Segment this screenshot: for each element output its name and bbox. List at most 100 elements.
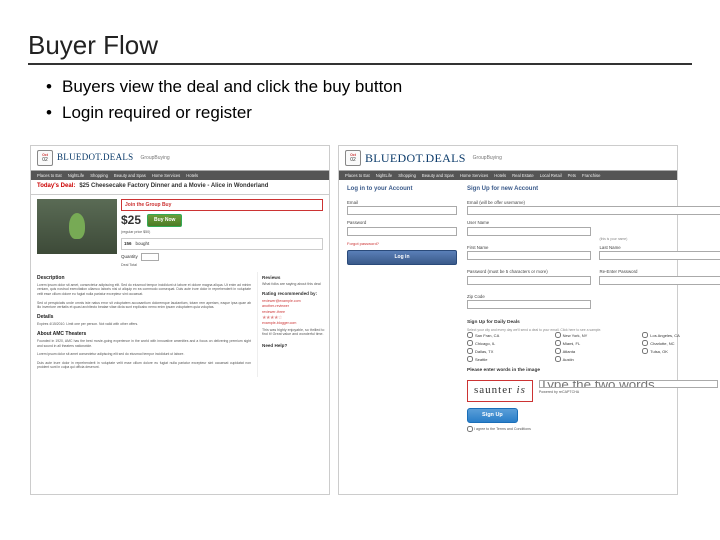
city-checkbox[interactable] [555,356,561,362]
brand-tagline: GroupBuying [473,155,502,161]
nav-item[interactable]: Pets [568,173,576,178]
bullet-list: Buyers view the deal and click the buy b… [46,77,692,123]
city-checkbox[interactable] [642,340,648,346]
deal-title: $25 Cheesecake Factory Dinner and a Movi… [79,183,268,191]
city-option[interactable]: Atlanta [555,348,637,354]
slide-title: Buyer Flow [28,30,692,65]
login-password-input[interactable] [347,227,457,236]
city-option[interactable]: Charlotte, NC [642,340,720,346]
city-label: Miami, FL [563,341,581,346]
buy-button[interactable]: Buy Now [147,214,182,226]
nav-item[interactable]: NightLife [376,173,393,178]
reviewer-link[interactable]: reviewer-three [262,310,325,314]
bought-count: 156 [124,241,132,247]
details-heading: Details [37,314,251,320]
screenshot-login-signup: Oct 02 BLUEDOT.DEALS GroupBuying Places … [338,145,678,495]
city-checkbox[interactable] [555,348,561,354]
city-option[interactable]: San Fran, CA [467,332,549,338]
city-checkbox[interactable] [467,332,473,338]
city-option[interactable]: Tulsa, OK [642,348,720,354]
login-button[interactable]: Log in [347,250,457,264]
about-text: Duis aute irure dolor in reprehenderit i… [37,361,251,370]
calendar-icon: Oct 02 [345,150,361,166]
signup-email-label: Email (will be offer username) [467,200,720,206]
city-label: Seattle [475,357,487,362]
nav-item[interactable]: Home Services [152,173,180,178]
signup-button[interactable]: Sign Up [467,408,518,423]
bullet-item: Login required or register [46,103,692,123]
username-input[interactable] [467,227,591,236]
nav-item[interactable]: Hotels [186,173,198,178]
city-checkbox[interactable] [642,348,648,354]
strike-price: (regular price $50) [121,230,323,234]
nav-item[interactable]: Shopping [90,173,108,178]
nav-item[interactable]: Franchise [582,173,600,178]
captcha-image: saunter is [467,380,533,402]
deal-image [37,199,117,254]
nav-item[interactable]: Home Services [460,173,488,178]
agree-checkbox[interactable] [467,426,473,432]
city-option[interactable]: Miami, FL [555,340,637,346]
description-text: Lorem ipsum dolor sit amet, consectetur … [37,283,251,297]
confirm-password-label: Re-Enter Password [599,269,720,275]
review-snippet: This was highly enjoyable, so thrilled t… [262,328,325,337]
city-option[interactable]: Seattle [467,356,549,362]
city-label: Austin [563,357,574,362]
brand-logo: BLUEDOT.DEALS [365,151,466,166]
city-label: Los Angeles, CA [650,333,680,338]
reviewer-link[interactable]: example-blogger.com [262,321,325,325]
nav-item[interactable]: Local Retail [540,173,562,178]
nav-item[interactable]: Beauty and Spas [114,173,146,178]
recaptcha-note: Powered by reCAPTCHA [539,390,720,394]
zip-input[interactable] [467,300,591,309]
city-option[interactable]: Chicago, IL [467,340,549,346]
city-checkbox[interactable] [555,332,561,338]
nav-item[interactable]: NightLife [68,173,85,178]
bullet-item: Buyers view the deal and click the buy b… [46,77,692,97]
forgot-password-link[interactable]: Forgot password? [347,241,379,246]
username-hint: (this is your name) [599,237,720,241]
city-option[interactable]: Dallas, TX [467,348,549,354]
signup-email-input[interactable] [467,206,720,215]
nav-item[interactable]: Hotels [494,173,506,178]
quantity-input[interactable] [141,253,159,261]
reviewer-link[interactable]: another-reviewer [262,304,325,308]
join-label: Join the Group Buy [125,202,171,208]
details-text: Expires 4/15/2010. Limit one per person.… [37,322,251,327]
confirm-password-input[interactable] [599,276,720,285]
signup-heading: Sign Up for new Account [467,186,720,194]
city-option[interactable]: Los Angeles, CA [642,332,720,338]
reviews-heading: Reviews [262,275,325,281]
reviewer-link[interactable]: reviewer@example.com [262,299,325,303]
nav-item[interactable]: Shopping [398,173,416,178]
about-text: Founded in 1920, AMC has the best movie-… [37,339,251,348]
quantity-label: Quantity [121,254,138,260]
city-checkbox[interactable] [555,340,561,346]
nav-item[interactable]: Beauty and Spas [422,173,454,178]
nav-item[interactable]: Real Estate [512,173,534,178]
review-sub: What folks are saying about this deal [262,282,325,286]
last-name-input[interactable] [599,251,720,260]
brand-logo: BLUEDOT.DEALS [57,152,133,163]
city-checkbox[interactable] [467,348,473,354]
city-label: Chicago, IL [475,341,495,346]
description-text: Sed ut perspiciatis unde omnis iste natu… [37,301,251,310]
city-checkbox[interactable] [467,340,473,346]
first-name-input[interactable] [467,251,591,260]
login-email-input[interactable] [347,206,457,215]
nav-item[interactable]: Places to Eat [345,173,370,178]
nav-item[interactable]: Places to Eat [37,173,62,178]
city-label: Charlotte, NC [650,341,674,346]
signup-password-input[interactable] [467,276,591,285]
city-option[interactable]: Austin [555,356,637,362]
city-checkbox[interactable] [642,332,648,338]
bought-label: bought [136,241,150,247]
help-heading: Need Help? [262,343,325,349]
about-text: Lorem ipsum dolor sit amet consectetur a… [37,352,251,357]
city-option[interactable]: New York, NY [555,332,637,338]
captcha-input[interactable] [539,380,718,388]
city-checkbox[interactable] [467,356,473,362]
login-heading: Log in to your Account [347,186,457,194]
city-label: Tulsa, OK [650,349,668,354]
city-label: New York, NY [563,333,588,338]
